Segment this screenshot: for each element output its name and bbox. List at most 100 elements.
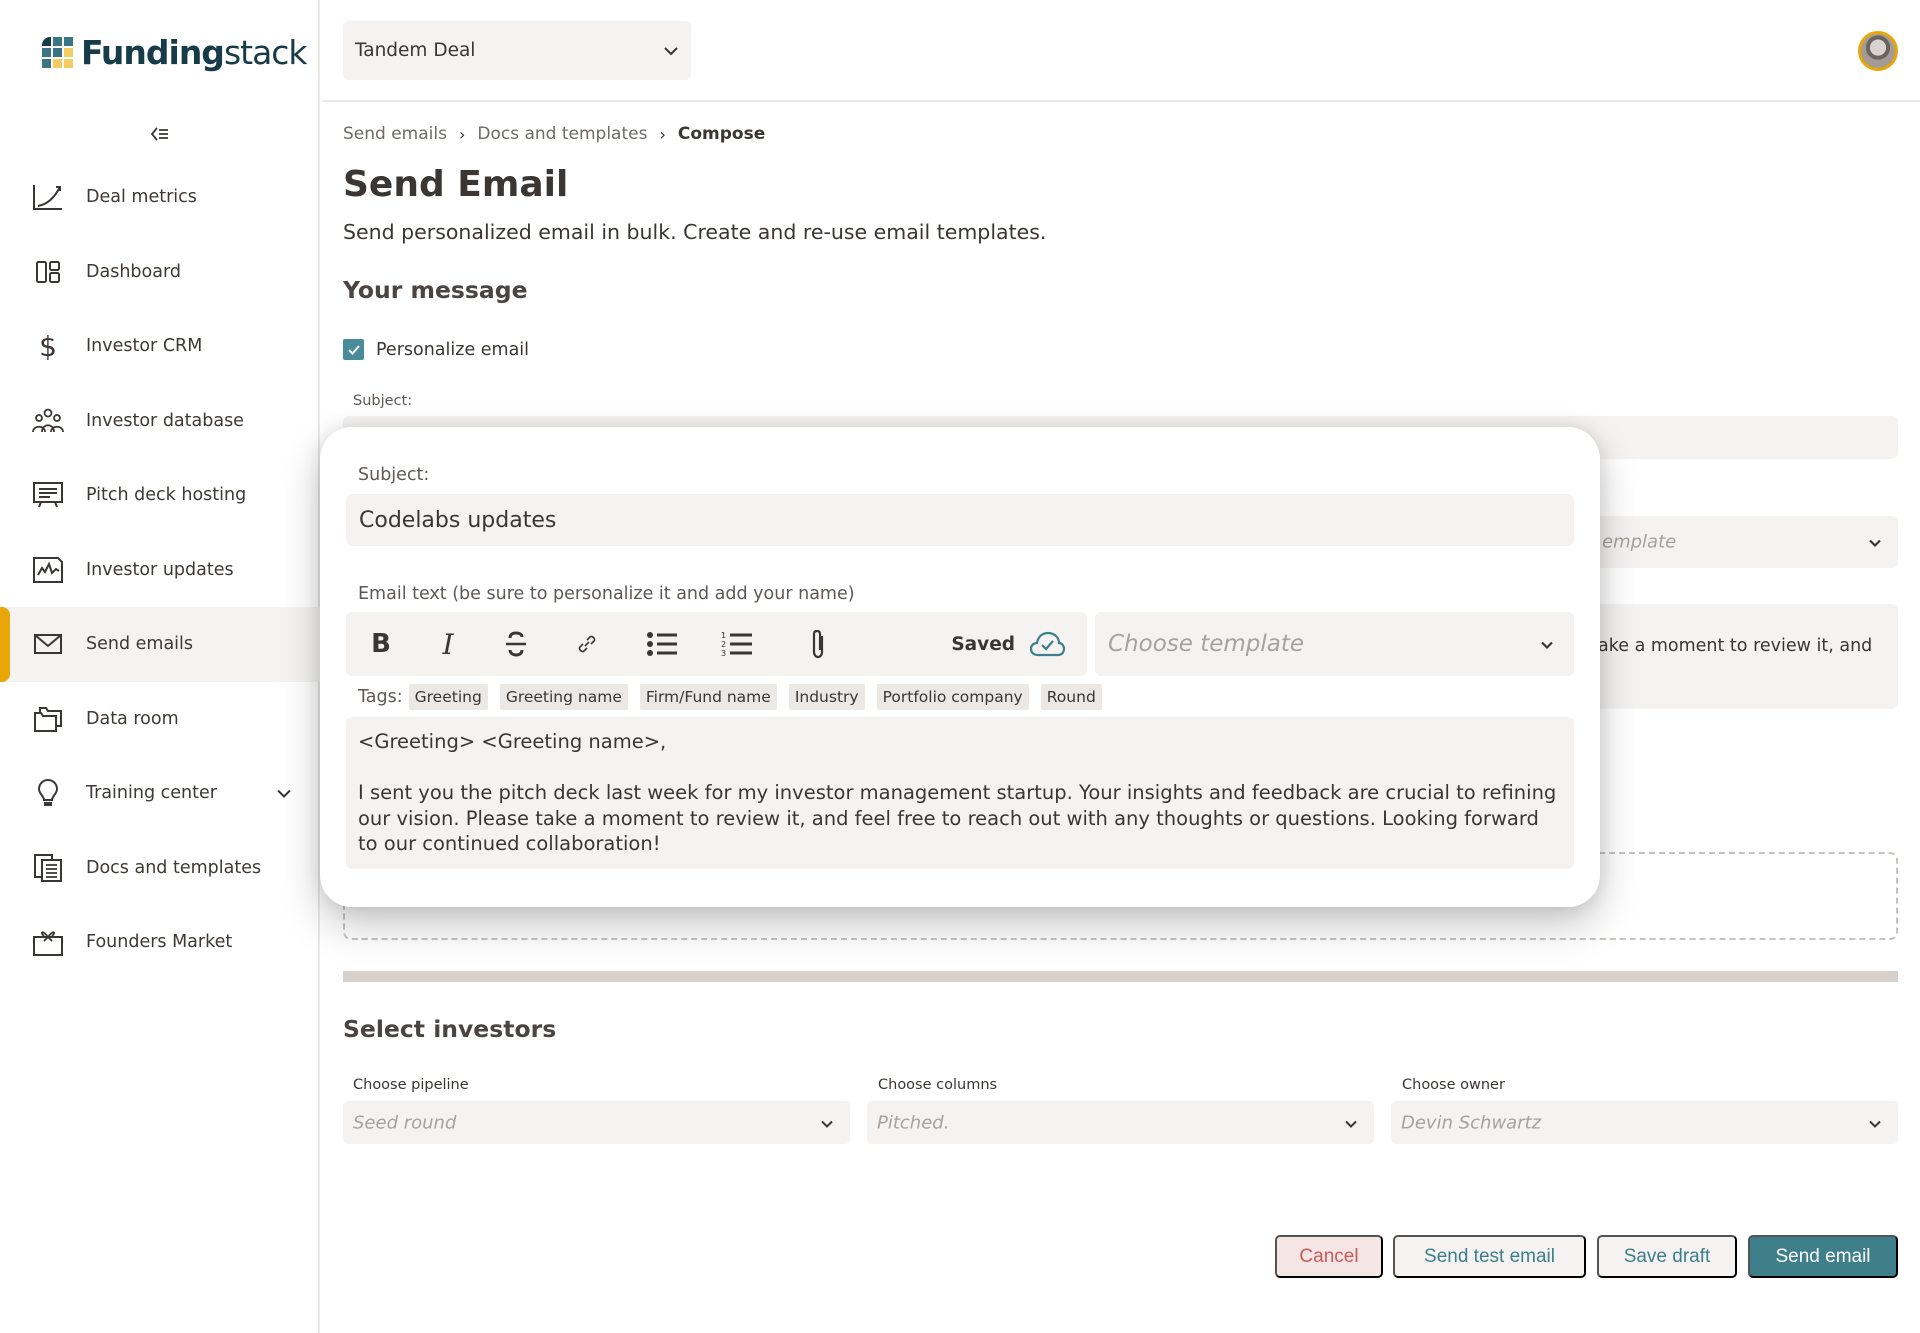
email-body-textarea[interactable]: <Greeting> <Greeting name>, I sent you t… (346, 717, 1574, 869)
tags-row: Tags: Greeting Greeting name Firm/Fund n… (358, 684, 1114, 710)
pipeline-label: Choose pipeline (353, 1077, 469, 1093)
deal-select-value: Tandem Deal (355, 40, 476, 61)
template-select-placeholder: emplate (1602, 531, 1677, 553)
collapse-left-icon (150, 127, 168, 141)
bullet-list-button[interactable] (644, 626, 680, 662)
section-divider (343, 971, 1898, 982)
breadcrumb-compose: Compose (677, 124, 766, 144)
cloud-check-icon (1029, 631, 1065, 657)
sidebar-item-training-center[interactable]: Training center (0, 756, 320, 831)
cancel-button[interactable]: Cancel (1275, 1235, 1383, 1278)
choose-template-placeholder: Choose template (1108, 631, 1305, 657)
chevron-down-icon (664, 46, 678, 55)
checkmark-icon (347, 344, 360, 355)
chevron-down-icon (1540, 635, 1554, 654)
strikethrough-icon (506, 631, 526, 657)
italic-button[interactable]: I (430, 626, 466, 662)
columns-select[interactable]: Pitched. (867, 1101, 1374, 1144)
tag-round[interactable]: Round (1040, 684, 1102, 710)
saved-status: Saved (951, 631, 1065, 657)
paperclip-icon (812, 629, 824, 659)
dashboard-icon (32, 256, 64, 288)
chart-trend-icon (32, 181, 64, 213)
svg-text:3: 3 (721, 649, 726, 658)
email-text-label: Email text (be sure to personalize it an… (358, 584, 855, 604)
sidebar-item-label: Docs and templates (86, 857, 262, 878)
sidebar-item-investor-updates[interactable]: Investor updates (0, 533, 320, 608)
modal-subject-label: Subject: (358, 465, 430, 485)
sidebar-item-dashboard[interactable]: Dashboard (0, 235, 320, 310)
collapse-sidebar-button[interactable] (148, 122, 172, 146)
sidebar-item-label: Send emails (86, 634, 194, 655)
choose-template-select[interactable]: Choose template (1095, 612, 1574, 676)
breadcrumb: Send emails › Docs and templates › Compo… (343, 124, 765, 144)
sidebar-item-label: Deal metrics (86, 187, 197, 208)
sidebar-item-deal-metrics[interactable]: Deal metrics (0, 160, 320, 235)
email-body-fragment: ake a moment to review it, and (1598, 636, 1873, 656)
tag-greeting-name[interactable]: Greeting name (499, 684, 628, 710)
link-icon (578, 635, 596, 653)
dollar-icon: $ (39, 329, 57, 363)
sidebar-item-pitch-deck-hosting[interactable]: Pitch deck hosting (0, 458, 320, 533)
report-chart-icon (32, 554, 64, 586)
personalize-email-label: Personalize email (376, 339, 530, 360)
formatting-toolbar: B I 123 Saved (346, 612, 1087, 676)
italic-icon: I (442, 627, 454, 661)
columns-label: Choose columns (878, 1077, 998, 1093)
your-message-heading: Your message (343, 276, 528, 304)
link-button[interactable] (569, 626, 605, 662)
personalize-email-checkbox[interactable] (343, 339, 364, 360)
send-email-button[interactable]: Send email (1748, 1235, 1898, 1278)
sidebar-item-investor-database[interactable]: Investor database (0, 384, 320, 459)
send-test-email-button[interactable]: Send test email (1393, 1235, 1586, 1278)
sidebar-item-data-room[interactable]: Data room (0, 682, 320, 757)
select-investors-heading: Select investors (343, 1015, 557, 1043)
owner-value: Devin Schwartz (1401, 1112, 1542, 1133)
compose-email-modal: Subject: Codelabs updates Email text (be… (320, 427, 1600, 907)
tag-firm-fund-name[interactable]: Firm/Fund name (639, 684, 777, 710)
subject-label: Subject: (353, 393, 413, 409)
sidebar-item-label: Data room (86, 708, 179, 729)
numbered-list-button[interactable]: 123 (719, 626, 755, 662)
pipeline-select[interactable]: Seed round (343, 1101, 850, 1144)
sidebar-item-send-emails[interactable]: Send emails (0, 607, 320, 682)
tag-portfolio-company[interactable]: Portfolio company (876, 684, 1029, 710)
sidebar-item-docs-and-templates[interactable]: Docs and templates (0, 831, 320, 906)
sidebar-nav: Deal metrics Dashboard $ Investor CRM In… (0, 160, 320, 980)
tag-industry[interactable]: Industry (788, 684, 865, 710)
sidebar-item-label: Founders Market (86, 932, 233, 953)
people-icon (32, 405, 64, 437)
svg-text:1: 1 (721, 631, 726, 640)
lightbulb-icon (32, 777, 64, 809)
user-avatar[interactable] (1858, 31, 1898, 71)
strikethrough-button[interactable] (498, 626, 534, 662)
save-draft-button[interactable]: Save draft (1597, 1235, 1737, 1278)
modal-subject-value: Codelabs updates (359, 507, 557, 533)
saved-label: Saved (951, 633, 1015, 655)
sidebar-item-label: Pitch deck hosting (86, 485, 247, 506)
breadcrumb-docs-and-templates[interactable]: Docs and templates (477, 124, 647, 144)
brand-name: Fundingstack (81, 33, 308, 72)
brand-logo[interactable]: Fundingstack (42, 33, 308, 72)
chevron-down-icon (1344, 1113, 1358, 1132)
numbered-list-icon: 123 (721, 631, 752, 658)
sidebar-item-investor-crm[interactable]: $ Investor CRM (0, 309, 320, 384)
attach-file-button[interactable] (800, 626, 836, 662)
sidebar-item-label: Investor updates (86, 559, 234, 580)
sidebar-item-label: Investor CRM (86, 336, 203, 357)
chevron-down-icon[interactable] (276, 784, 292, 803)
breadcrumb-send-emails[interactable]: Send emails (343, 124, 447, 144)
page-title: Send Email (343, 164, 569, 205)
owner-label: Choose owner (1402, 1077, 1505, 1093)
sidebar-item-founders-market[interactable]: Founders Market (0, 905, 320, 980)
owner-select[interactable]: Devin Schwartz (1391, 1101, 1898, 1144)
chevron-right-icon: › (659, 124, 666, 144)
bold-button[interactable]: B (363, 626, 399, 662)
tag-greeting[interactable]: Greeting (408, 684, 488, 710)
modal-subject-input[interactable]: Codelabs updates (346, 494, 1574, 546)
presentation-icon (32, 479, 64, 511)
tags-label: Tags: (358, 687, 403, 707)
chevron-down-icon (820, 1113, 834, 1132)
deal-select[interactable]: Tandem Deal (343, 21, 691, 80)
personalize-email-checkbox-row[interactable]: Personalize email (343, 339, 529, 360)
